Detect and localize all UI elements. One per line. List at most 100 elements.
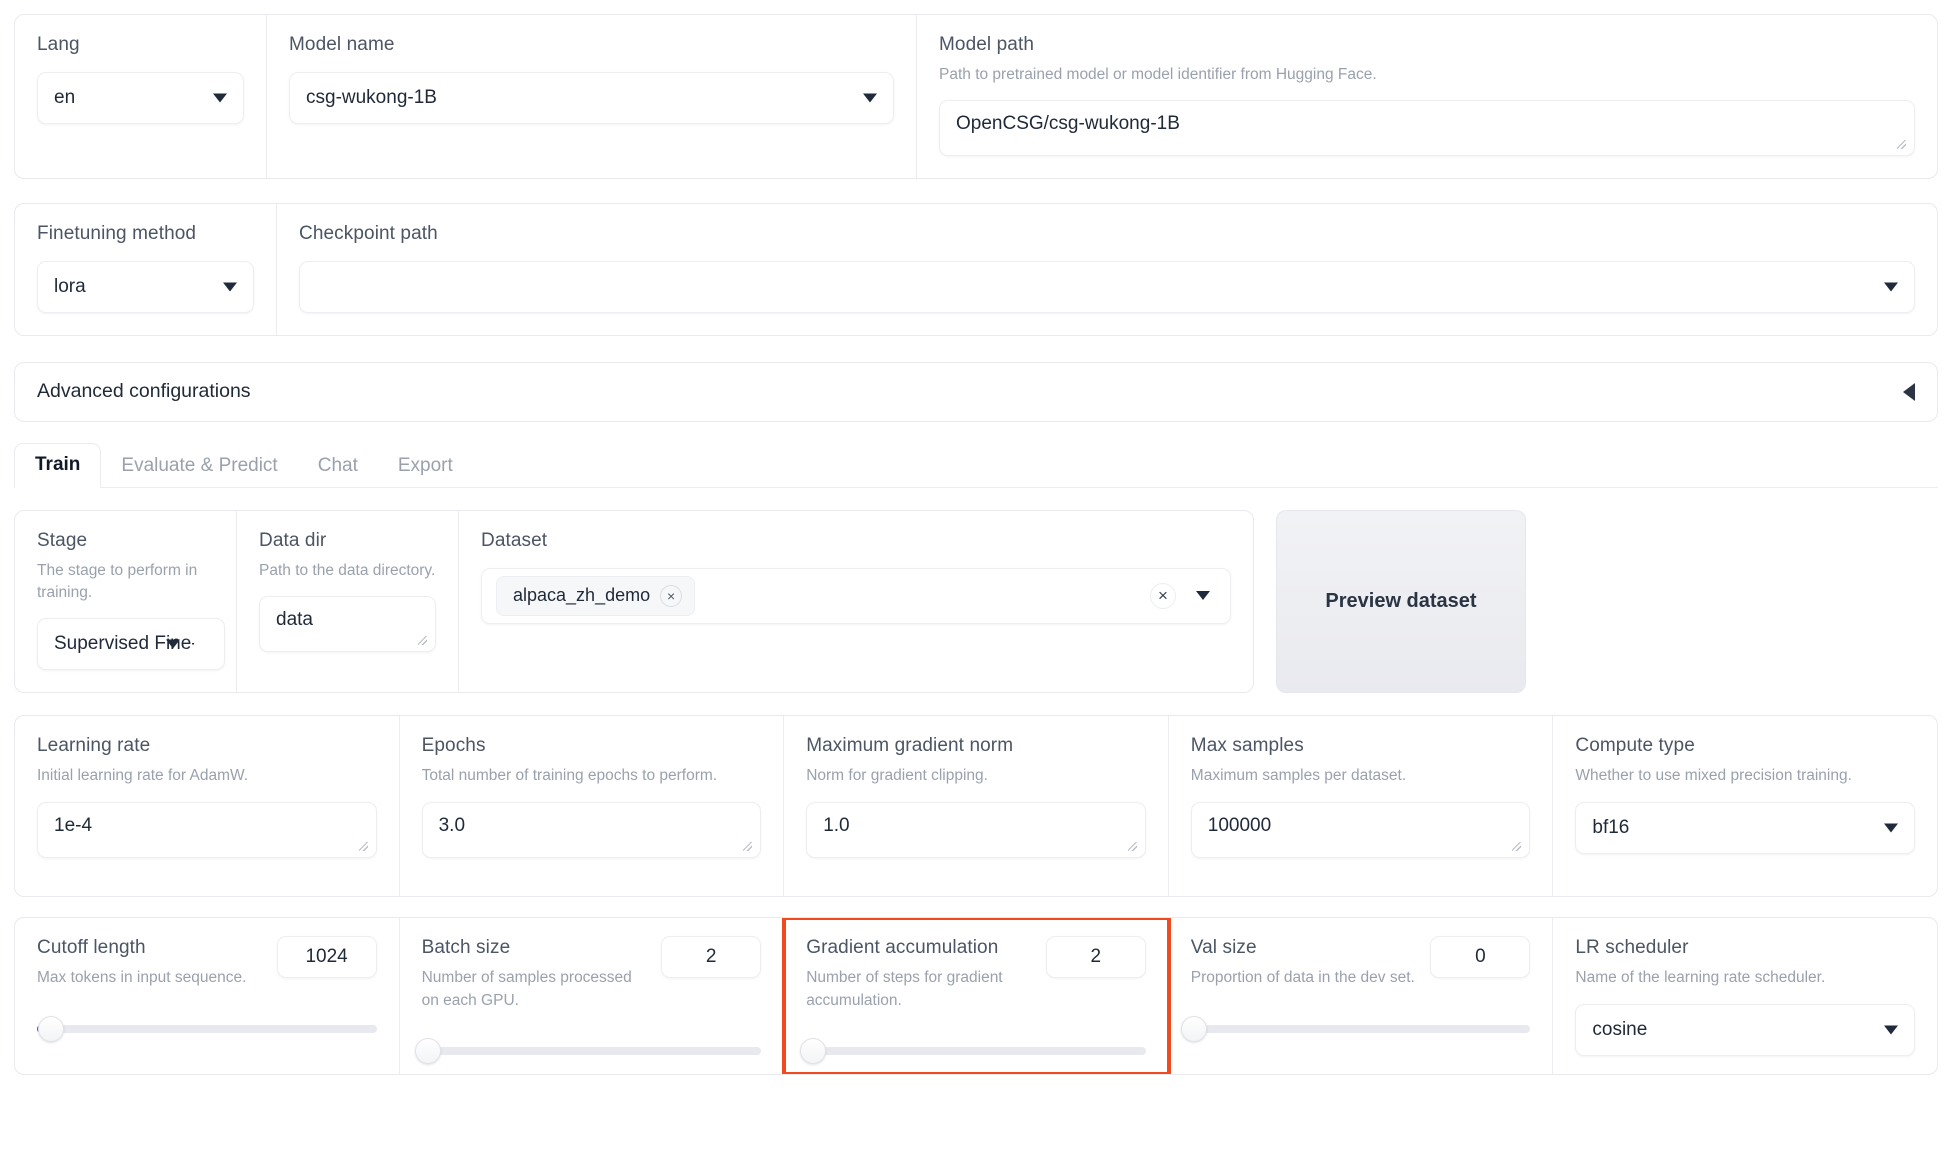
checkpoint-path-label: Checkpoint path (299, 222, 1915, 247)
finetuning-method-field: Finetuning method lora (15, 204, 277, 335)
model-path-input[interactable]: OpenCSG/csg-wukong-1B (939, 100, 1915, 156)
caret-down-icon (166, 640, 180, 649)
lr-scheduler-hint: Name of the learning rate scheduler. (1575, 967, 1915, 989)
preview-dataset-button[interactable]: Preview dataset (1276, 510, 1526, 694)
dataset-multiselect[interactable]: alpaca_zh_demo × × (481, 568, 1231, 624)
model-name-dropdown[interactable]: csg-wukong-1B (289, 72, 894, 124)
lang-label: Lang (37, 33, 244, 58)
caret-down-icon (223, 282, 237, 291)
lang-field: Lang en (15, 15, 267, 178)
batch-size-value-input[interactable]: 2 (661, 936, 761, 978)
tab-chat[interactable]: Chat (298, 445, 378, 488)
slider-knob[interactable] (415, 1038, 441, 1064)
dataset-group: Stage The stage to perform in training. … (14, 510, 1254, 694)
epochs-input[interactable]: 3.0 (422, 802, 762, 858)
max-grad-norm-label: Maximum gradient norm (806, 734, 1146, 759)
max-grad-norm-value: 1.0 (823, 815, 849, 837)
gradient-accumulation-label: Gradient accumulation (806, 936, 1034, 961)
caret-down-icon (1884, 823, 1898, 832)
finetuning-method-dropdown[interactable]: lora (37, 261, 254, 313)
learning-rate-field: Learning rate Initial learning rate for … (15, 716, 400, 896)
tab-train[interactable]: Train (14, 443, 101, 488)
slider-knob[interactable] (800, 1038, 826, 1064)
model-path-field: Model path Path to pretrained model or m… (917, 15, 1937, 178)
data-dir-hint: Path to the data directory. (259, 560, 436, 582)
cutoff-length-slider[interactable] (37, 1016, 377, 1042)
close-icon[interactable]: × (660, 585, 682, 607)
val-size-hint: Proportion of data in the dev set. (1191, 967, 1415, 989)
checkpoint-path-dropdown[interactable] (299, 261, 1915, 313)
stage-hint: The stage to perform in training. (37, 560, 214, 605)
batch-size-slider[interactable] (422, 1038, 762, 1064)
tab-export[interactable]: Export (378, 445, 473, 488)
resize-grip-icon[interactable] (741, 840, 755, 854)
slider-track[interactable] (37, 1025, 377, 1033)
max-samples-hint: Maximum samples per dataset. (1191, 765, 1531, 787)
slider-knob[interactable] (38, 1016, 64, 1042)
dataset-label: Dataset (481, 529, 1231, 554)
cutoff-length-value-input[interactable]: 1024 (277, 936, 377, 978)
training-params-row-1: Learning rate Initial learning rate for … (14, 715, 1938, 897)
max-samples-input[interactable]: 100000 (1191, 802, 1531, 858)
compute-type-dropdown[interactable]: bf16 (1575, 802, 1915, 854)
finetuning-config-row: Finetuning method lora Checkpoint path (14, 203, 1938, 336)
max-samples-label: Max samples (1191, 734, 1531, 759)
lr-scheduler-dropdown[interactable]: cosine (1575, 1004, 1915, 1056)
gradient-accumulation-value-input[interactable]: 2 (1046, 936, 1146, 978)
model-path-value: OpenCSG/csg-wukong-1B (956, 113, 1180, 135)
batch-size-label: Batch size (422, 936, 650, 961)
resize-grip-icon[interactable] (416, 634, 430, 648)
lang-value: en (54, 87, 75, 109)
max-samples-value: 100000 (1208, 815, 1271, 837)
dataset-row: Stage The stage to perform in training. … (14, 510, 1938, 694)
lang-dropdown[interactable]: en (37, 72, 244, 124)
triangle-left-icon[interactable] (1903, 383, 1915, 401)
checkpoint-path-field: Checkpoint path (277, 204, 1937, 335)
advanced-configurations-label: Advanced configurations (37, 380, 251, 403)
resize-grip-icon[interactable] (1510, 840, 1524, 854)
resize-grip-icon[interactable] (1126, 840, 1140, 854)
data-dir-label: Data dir (259, 529, 436, 554)
gradient-accumulation-field: Gradient accumulation Number of steps fo… (784, 918, 1169, 1074)
compute-type-hint: Whether to use mixed precision training. (1575, 765, 1915, 787)
compute-type-value: bf16 (1592, 817, 1629, 839)
max-grad-norm-field: Maximum gradient norm Norm for gradient … (784, 716, 1169, 896)
dataset-field: Dataset alpaca_zh_demo × × (459, 511, 1253, 693)
data-dir-field: Data dir Path to the data directory. dat… (237, 511, 459, 693)
caret-down-icon[interactable] (1196, 591, 1210, 600)
gradient-accumulation-hint: Number of steps for gradient accumulatio… (806, 967, 1034, 1012)
batch-size-field: Batch size Number of samples processed o… (400, 918, 785, 1074)
slider-knob[interactable] (1181, 1016, 1207, 1042)
tab-evaluate-predict[interactable]: Evaluate & Predict (101, 445, 297, 488)
max-grad-norm-input[interactable]: 1.0 (806, 802, 1146, 858)
learning-rate-input[interactable]: 1e-4 (37, 802, 377, 858)
data-dir-input[interactable]: data (259, 596, 436, 652)
dataset-chip[interactable]: alpaca_zh_demo × (496, 576, 695, 616)
learning-rate-label: Learning rate (37, 734, 377, 759)
epochs-hint: Total number of training epochs to perfo… (422, 765, 762, 787)
finetuning-method-label: Finetuning method (37, 222, 254, 247)
model-config-row: Lang en Model name csg-wukong-1B Model p… (14, 14, 1938, 179)
compute-type-label: Compute type (1575, 734, 1915, 759)
caret-down-icon (863, 93, 877, 102)
max-grad-norm-hint: Norm for gradient clipping. (806, 765, 1146, 787)
val-size-slider[interactable] (1191, 1016, 1531, 1042)
stage-field: Stage The stage to perform in training. … (15, 511, 237, 693)
lr-scheduler-value: cosine (1592, 1019, 1647, 1041)
cutoff-length-label: Cutoff length (37, 936, 246, 961)
gradient-accumulation-slider[interactable] (806, 1038, 1146, 1064)
resize-grip-icon[interactable] (357, 840, 371, 854)
val-size-value-input[interactable]: 0 (1430, 936, 1530, 978)
data-dir-value: data (276, 609, 313, 631)
slider-track[interactable] (806, 1047, 1146, 1055)
clear-circle-icon[interactable]: × (1150, 583, 1176, 609)
val-size-label: Val size (1191, 936, 1415, 961)
resize-grip-icon[interactable] (1895, 138, 1909, 152)
advanced-configurations-accordion[interactable]: Advanced configurations (14, 362, 1938, 422)
compute-type-field: Compute type Whether to use mixed precis… (1553, 716, 1937, 896)
slider-track[interactable] (1191, 1025, 1531, 1033)
slider-track[interactable] (422, 1047, 762, 1055)
stage-dropdown[interactable]: Supervised Fine-Tuning (37, 618, 225, 670)
lr-scheduler-field: LR scheduler Name of the learning rate s… (1553, 918, 1937, 1074)
val-size-field: Val size Proportion of data in the dev s… (1169, 918, 1554, 1074)
